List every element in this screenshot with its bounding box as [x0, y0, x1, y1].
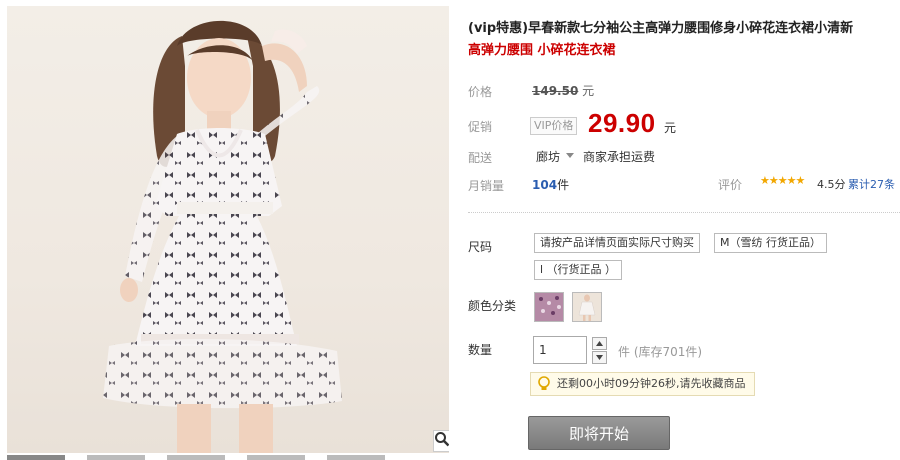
shipping-label: 配送 [468, 151, 493, 165]
price-label: 价格 [468, 85, 493, 99]
original-price-unit: 元 [582, 84, 595, 98]
dress-white-model-thumb-icon [573, 293, 601, 321]
thumbnail-2[interactable] [87, 455, 145, 460]
color-swatch-1[interactable] [534, 292, 564, 322]
shipping-note: 商家承担运费 [583, 150, 656, 164]
thumbnail-4[interactable] [247, 455, 305, 460]
countdown-notice: 还剩00小时09分钟26秒,请先收藏商品 [530, 372, 755, 396]
thumbnail-strip [7, 455, 449, 460]
vip-price-tag: VIP价格 [530, 117, 578, 135]
quantity-input[interactable] [533, 336, 587, 364]
original-price-value: 149.50 [532, 84, 579, 98]
rating-label: 评价 [718, 178, 743, 192]
size-label: 尺码 [468, 240, 493, 254]
rating-score: 4.5分 [817, 178, 846, 191]
promo-label: 促销 [468, 120, 493, 134]
divider [468, 212, 900, 213]
thumbnail-5[interactable] [327, 455, 385, 460]
lightbulb-icon [538, 376, 550, 390]
quantity-label: 数量 [468, 343, 493, 357]
chevron-down-icon[interactable] [566, 153, 574, 158]
color-label: 颜色分类 [468, 299, 517, 313]
thumbnail-1[interactable] [7, 455, 65, 460]
coming-soon-button[interactable]: 即将开始 [528, 416, 670, 450]
monthly-sales: 104件 [532, 176, 569, 193]
sales-count: 104 [532, 178, 558, 192]
sales-label: 月销量 [468, 179, 505, 193]
caret-down-icon [596, 355, 603, 360]
countdown-text: 还剩00小时09分钟26秒,请先收藏商品 [557, 377, 746, 390]
rating-total-link[interactable]: 累计27条 [848, 176, 895, 192]
quantity-decrease-button[interactable] [592, 351, 607, 364]
product-subtitle: 高弹力腰围 小碎花连衣裙 [468, 43, 616, 58]
color-swatch-2[interactable] [572, 292, 602, 322]
model-photo [103, 20, 342, 453]
rating-stars-icon: ★★★★★ [760, 174, 805, 187]
magnifier-icon [435, 432, 449, 447]
zoom-button[interactable] [433, 430, 449, 452]
product-main-image[interactable] [7, 6, 449, 453]
size-option-2[interactable]: M（雪纺 行货正品） [714, 233, 827, 253]
original-price: 149.50 元 [532, 82, 594, 99]
stock-info: 件 (库存701件) [618, 345, 703, 359]
product-title: (vip特惠)早春新款七分袖公主高弹力腰围修身小碎花连衣裙小清新 [468, 21, 854, 36]
quantity-increase-button[interactable] [592, 337, 607, 350]
caret-up-icon [596, 341, 603, 346]
sales-unit: 件 [557, 178, 570, 192]
size-option-1[interactable]: 请按产品详情页面实际尺寸购买 [534, 233, 700, 253]
dress-pink-print-thumb-icon [535, 293, 563, 321]
shipping-city-select[interactable]: 廊坊 [536, 148, 560, 165]
promo-price-unit: 元 [664, 121, 677, 135]
thumbnail-3[interactable] [167, 455, 225, 460]
size-option-3[interactable]: l （行货正品 ） [534, 260, 623, 280]
promo-price: 29.90 [588, 108, 656, 138]
product-info-panel: (vip特惠)早春新款七分袖公主高弹力腰围修身小碎花连衣裙小清新 高弹力腰围 小… [468, 0, 900, 460]
